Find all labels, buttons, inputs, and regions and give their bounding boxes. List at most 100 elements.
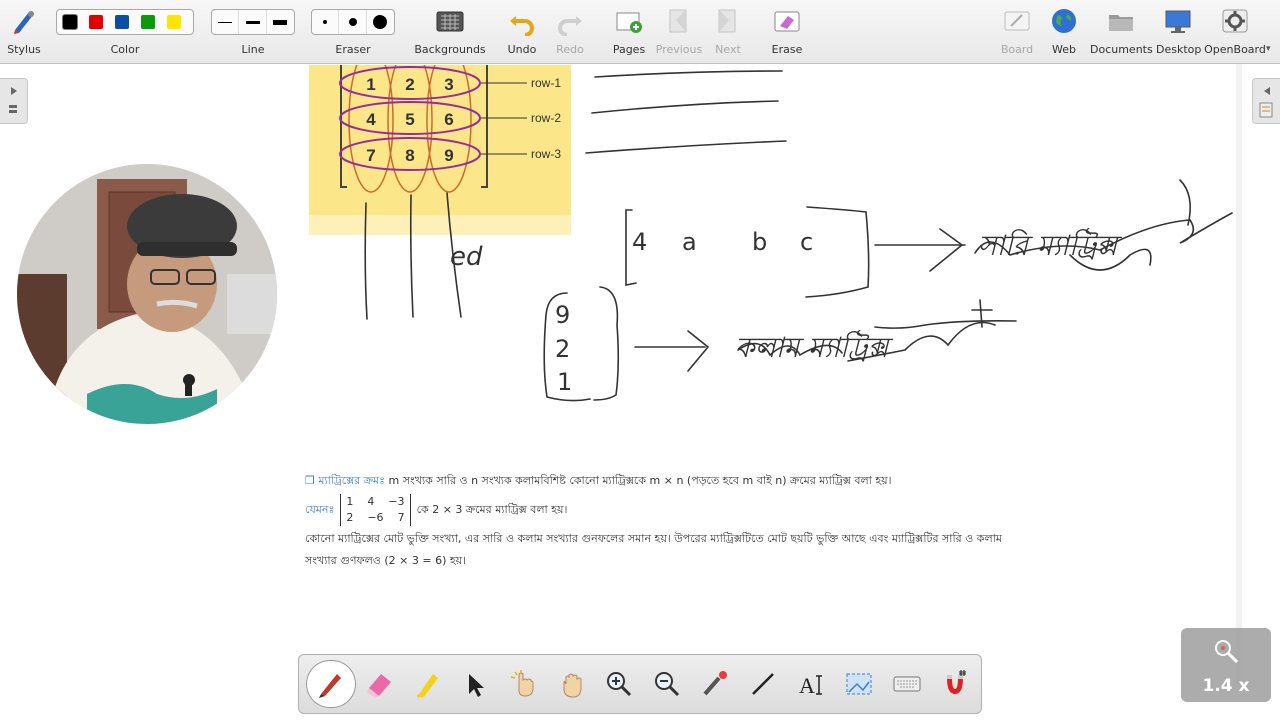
laser-pointer-button[interactable]	[691, 661, 739, 707]
handwriting-ed: ed	[450, 242, 483, 272]
magnifier-icon	[1215, 640, 1239, 664]
matrix-entry: −6	[367, 511, 384, 524]
eraser-size-palette	[311, 9, 395, 35]
row-matrix-entry: 4	[632, 228, 647, 256]
keyboard-icon	[893, 676, 921, 692]
example-label: যেমনঃ	[305, 503, 335, 516]
screen-capture-icon	[846, 673, 872, 695]
web-button[interactable]: Web	[1042, 0, 1086, 64]
globe-icon	[1052, 9, 1076, 33]
board-icon	[1004, 11, 1030, 31]
zoom-out-icon	[655, 672, 680, 697]
eraser-tool-button[interactable]	[355, 661, 403, 707]
explanation-para-2: সংখ্যার গুণফলও (2 × 3 = 6) হয়।	[305, 554, 467, 567]
interact-tool-button[interactable]	[499, 661, 547, 707]
undo-label: Undo	[507, 43, 537, 56]
gear-icon	[1222, 9, 1248, 33]
example-text: কে 2 × 3 ক্রমের ম্যাট্রিক্স বলা হয়।	[416, 503, 568, 516]
add-page-icon	[616, 12, 642, 33]
color-swatch-black[interactable]	[63, 15, 77, 29]
text-tool-button[interactable]: A	[787, 661, 835, 707]
desktop-button[interactable]: Desktop	[1156, 0, 1202, 64]
eraser-small-option[interactable]	[312, 10, 340, 34]
line-medium-option[interactable]	[239, 10, 267, 34]
text-icon: A	[799, 673, 822, 698]
backgrounds-button[interactable]: Backgrounds	[412, 0, 488, 64]
magnifier-tool-button[interactable]	[931, 661, 979, 707]
arrow-pointer-icon	[469, 674, 484, 697]
openboard-menu-button[interactable]: OpenBoard	[1204, 0, 1266, 64]
board-label: Board	[1000, 43, 1034, 56]
zoom-indicator[interactable]: 1.4 x	[1181, 628, 1271, 702]
top-toolbar: Stylus Color Line Eraser Backgrounds Und…	[0, 0, 1280, 64]
erase-label: Erase	[771, 43, 803, 56]
whiteboard-canvas[interactable]: 1 2 3 4 5 6 7 8 9 row-1 row-2 row-3 ed 4…	[0, 65, 1280, 720]
line-thick-option[interactable]	[267, 10, 294, 34]
openboard-dropdown-arrow-icon[interactable]: ▾	[1266, 44, 1271, 54]
svg-text:A: A	[799, 673, 815, 698]
zoom-out-button[interactable]	[643, 661, 691, 707]
example-line: যেমনঃ 1 4 −3 2 −6 7 কে 2 × 3 ক্রমের ম্যা…	[305, 492, 1105, 528]
row-matrix-entry: b	[752, 228, 767, 256]
hand-tool-button[interactable]	[547, 661, 595, 707]
openboard-label: OpenBoard	[1204, 43, 1266, 56]
highlighter-icon	[417, 674, 438, 698]
zoom-in-button[interactable]	[595, 661, 643, 707]
definition-line: ❐ ম্যাট্রিক্সের ক্রমঃ m সংখ্যক সারি ও n …	[305, 470, 1105, 492]
backgrounds-label: Backgrounds	[414, 43, 486, 56]
stylus-icon	[14, 11, 34, 34]
color-swatch-red[interactable]	[89, 15, 103, 29]
column-matrix-caption: কলাম ম্যাট্রিক্স	[735, 329, 894, 364]
line-tool-button[interactable]	[739, 661, 787, 707]
matrix-entry: −3	[388, 495, 405, 508]
next-page-button[interactable]: Next	[707, 0, 749, 64]
capture-tool-button[interactable]	[835, 661, 883, 707]
matrix-entry: 7	[397, 511, 405, 524]
selector-tool-button[interactable]	[451, 661, 499, 707]
eraser-medium-option[interactable]	[339, 10, 367, 34]
column-matrix-entry: 1	[557, 368, 572, 396]
line-group: Line	[211, 0, 295, 64]
erase-page-icon	[774, 11, 800, 32]
stylus-button[interactable]: Stylus	[0, 0, 48, 64]
definition-heading: ম্যাট্রিক্সের ক্রমঃ	[318, 474, 386, 487]
laser-pointer-icon	[703, 671, 727, 696]
copy-icon: ❐	[305, 474, 319, 487]
desktop-label: Desktop	[1156, 43, 1202, 56]
line-thin-option[interactable]	[212, 10, 240, 34]
row-matrix-caption: সারি ম্যাট্রিক্স	[978, 227, 1123, 262]
redo-button[interactable]: Redo	[548, 0, 592, 64]
color-label: Color	[110, 43, 140, 56]
pages-button[interactable]: Pages	[607, 0, 651, 64]
handwriting-layer: ed 4 a b c 9 2 1 সারি ম্যাট্রিক্স কলাম ম…	[364, 70, 1233, 402]
zoom-level: 1.4 x	[1202, 676, 1250, 696]
virtual-keyboard-button[interactable]	[883, 661, 931, 707]
matrix-entry: 4	[367, 495, 375, 508]
row-matrix-entry: c	[800, 228, 813, 256]
previous-page-button[interactable]: Previous	[654, 0, 704, 64]
documents-button[interactable]: Documents	[1090, 0, 1153, 64]
color-swatch-blue[interactable]	[115, 15, 129, 29]
pen-tool-button[interactable]	[307, 661, 355, 707]
color-swatch-green[interactable]	[141, 15, 155, 29]
line-icon	[752, 673, 774, 695]
highlighter-tool-button[interactable]	[403, 661, 451, 707]
erase-button[interactable]: Erase	[764, 0, 810, 64]
web-label: Web	[1052, 43, 1076, 56]
undo-button[interactable]: Undo	[500, 0, 544, 64]
previous-page-icon	[669, 9, 687, 33]
next-label: Next	[715, 43, 741, 56]
tool-dock: A	[298, 654, 982, 714]
column-matrix-entry: 2	[555, 335, 570, 363]
board-button[interactable]: Board	[995, 0, 1039, 64]
desktop-monitor-icon	[1165, 10, 1191, 33]
color-swatch-yellow[interactable]	[167, 15, 181, 29]
folder-icon	[1109, 15, 1133, 31]
redo-label: Redo	[556, 43, 584, 56]
eraser-large-option[interactable]	[367, 10, 394, 34]
column-matrix-entry: 9	[555, 301, 570, 329]
redo-arrow-icon	[558, 16, 582, 36]
magnet-icon	[947, 670, 966, 694]
example-matrix: 1 4 −3 2 −6 7	[340, 494, 411, 526]
color-palette	[56, 9, 194, 35]
